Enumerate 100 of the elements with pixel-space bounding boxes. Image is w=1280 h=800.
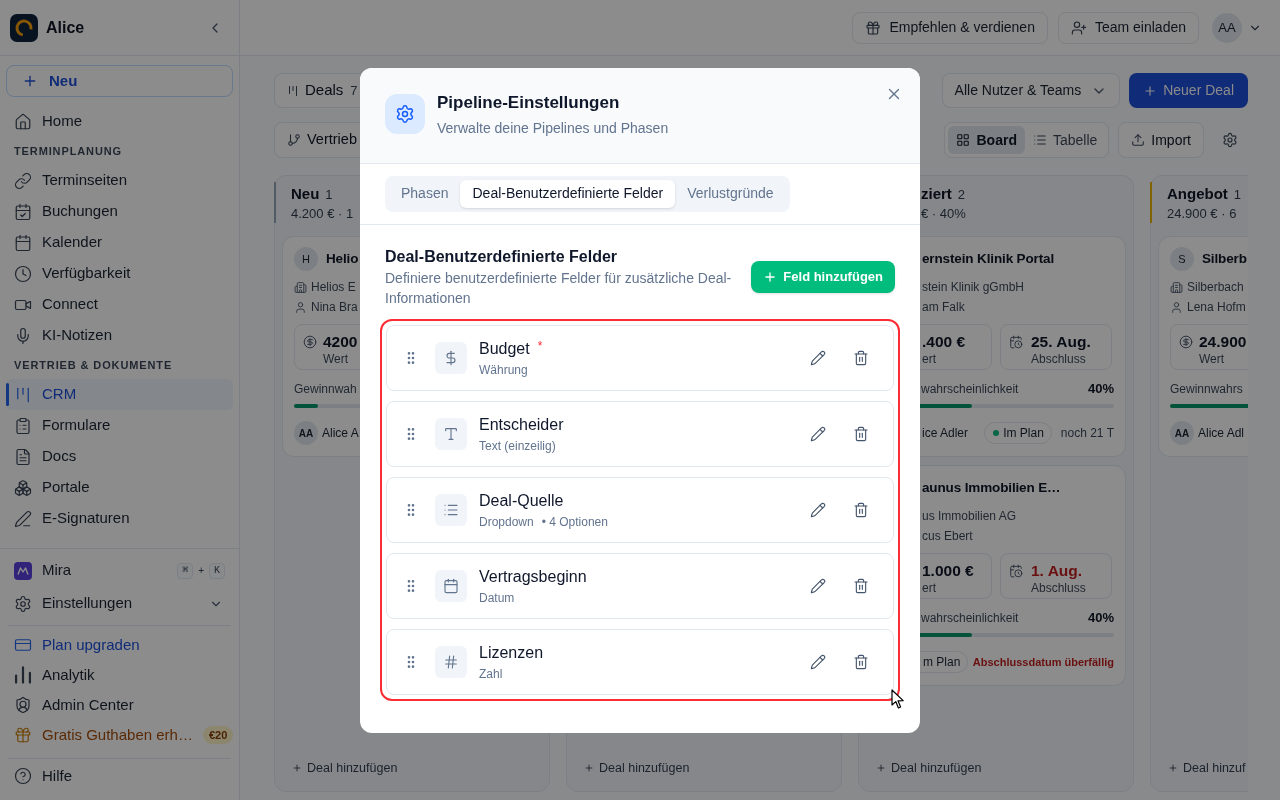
probability-label: wahrscheinlichkeit <box>921 610 1019 627</box>
new-button[interactable]: Neu <box>6 65 233 97</box>
nav-item[interactable]: Terminseiten <box>6 165 233 196</box>
section-description: Definiere benutzerdefinierte Felder für zusätzliche Deal-Informationen <box>385 268 733 308</box>
add-deal-button[interactable]: Deal hinzufügen <box>866 752 1126 784</box>
probability-label: Gewinnwahrs <box>1170 381 1243 398</box>
trash-icon[interactable] <box>853 425 869 442</box>
nav-item[interactable]: Kalender <box>6 227 233 258</box>
pencil-icon[interactable] <box>810 577 826 594</box>
trash-icon[interactable] <box>853 653 869 670</box>
view-tab[interactable]: Board <box>948 126 1025 154</box>
dollar-circle-icon <box>1179 335 1193 349</box>
owner-filter-select[interactable]: Alle Nutzer & Teams <box>941 73 1121 108</box>
plus-icon <box>22 73 38 89</box>
add-deal-button[interactable]: Deal hinzuf <box>1158 752 1248 784</box>
company-name: Helios E <box>311 279 356 296</box>
credit-card-icon <box>14 636 32 654</box>
trash-icon[interactable] <box>853 501 869 518</box>
add-deal-button[interactable]: Deal hinzufügen <box>282 752 542 784</box>
calendar-icon <box>14 233 32 252</box>
section-label: VERTRIEB & DOKUMENTE <box>14 357 173 373</box>
pen-icon <box>14 509 32 528</box>
building-icon <box>294 280 307 294</box>
settings-item[interactable]: Einstellungen <box>6 587 233 620</box>
grid-icon <box>956 133 971 147</box>
column-summary: 24.900 € · 6 <box>1167 205 1237 223</box>
workspace-logo-icon[interactable] <box>10 13 38 42</box>
contact-name: am Falk <box>922 299 965 316</box>
dialog-subtitle: Verwalte deine Pipelines und Phasen <box>437 118 669 138</box>
value-label: Wert <box>323 352 349 367</box>
contact-name: Nina Bra <box>311 299 358 316</box>
owner-avatar: AA <box>1170 421 1194 445</box>
nav-item[interactable]: Analytik <box>6 660 233 690</box>
hash-icon <box>435 645 467 678</box>
add-deal-button[interactable]: Deal hinzufügen <box>574 752 834 784</box>
section-title: Deal-Benutzerdefinierte Felder <box>385 246 618 267</box>
view-tab[interactable]: Tabelle <box>1024 126 1106 154</box>
column-count: 1 <box>1233 186 1242 204</box>
deal-value: 24.900 <box>1199 332 1247 352</box>
pencil-icon[interactable] <box>810 349 826 366</box>
trash-icon[interactable] <box>853 349 869 366</box>
field-detail: • 4 Optionen <box>541 513 608 530</box>
import-button[interactable]: Import <box>1118 122 1204 158</box>
shortcut-separator: + <box>198 564 204 578</box>
company-avatar: H <box>294 247 318 271</box>
nav-item[interactable]: Buchungen <box>6 196 233 227</box>
deal-value: 1.000 € <box>922 561 974 581</box>
nav-item[interactable]: Admin Center <box>6 690 233 720</box>
company-avatar: S <box>1170 247 1194 271</box>
gift-icon <box>865 19 882 36</box>
nav-item[interactable]: Home <box>6 106 233 137</box>
nav-item[interactable]: KI-Notizen <box>6 320 233 351</box>
deal-count: 7 <box>350 81 358 100</box>
column-summary: 4.200 € · 1 <box>291 205 354 223</box>
owner-name: ice Adler <box>922 425 969 442</box>
tab[interactable]: Verlustgründe <box>675 179 786 208</box>
new-deal-button[interactable]: Neuer Deal <box>1129 73 1248 108</box>
status-label: m Plan <box>923 654 961 671</box>
plus-icon <box>292 763 302 773</box>
pencil-icon[interactable] <box>810 425 826 442</box>
user-avatar[interactable]: AA <box>1212 12 1242 43</box>
deal-value: .400 € <box>922 332 966 352</box>
deal-card[interactable]: S Silberb Silberbach Lena Hofm 24.900 Wert Gewinnwahrs AA Alice Adl <box>1158 236 1248 457</box>
nav-item[interactable]: Docs <box>6 441 233 472</box>
field-name: Vertragsbeginn <box>479 566 587 587</box>
date-label: Abschluss <box>1031 352 1086 367</box>
tab[interactable]: Phasen <box>389 179 461 208</box>
date-label: Abschluss <box>1031 581 1086 596</box>
column-summary: € · 40% <box>921 205 966 223</box>
deal-value: 4200 <box>323 332 358 352</box>
column-title: Angebot <box>1167 184 1228 204</box>
boxes-icon <box>14 478 32 497</box>
company-name: us Immobilien AG <box>922 508 1017 525</box>
help-item[interactable]: Hilfe <box>6 761 233 791</box>
settings-icon[interactable] <box>1222 132 1238 148</box>
branch-icon <box>287 133 301 147</box>
pencil-icon[interactable] <box>810 653 826 670</box>
field-name: Deal-Quelle <box>479 490 564 511</box>
deal-title: ernstein Klinik Portal <box>922 249 1055 268</box>
trash-icon[interactable] <box>853 577 869 594</box>
contact-name: Lena Hofm <box>1187 299 1246 316</box>
tab[interactable]: Deal-Benutzerdefinierte Felder <box>460 179 676 208</box>
settings-icon <box>14 594 32 613</box>
pencil-icon[interactable] <box>810 501 826 518</box>
nav-item[interactable]: E-Signaturen <box>6 503 233 534</box>
referral-button[interactable]: Empfehlen & verdienen <box>852 11 1048 44</box>
deal-title: Silberb <box>1202 249 1247 268</box>
invite-button[interactable]: Team einladen <box>1057 11 1199 44</box>
credit-badge: €20 <box>202 725 234 745</box>
probability-label: wahrscheinlichkeit <box>921 381 1019 398</box>
nav-item[interactable]: Connect <box>6 289 233 320</box>
clipboard-list-icon <box>14 416 32 435</box>
nav-item[interactable]: Verfügbarkeit <box>6 258 233 289</box>
nav-item[interactable]: CRM <box>6 379 233 410</box>
nav-item[interactable]: Gratis Guthaben erh… €20 <box>6 720 233 750</box>
nav-item[interactable]: Plan upgraden <box>6 630 233 660</box>
value-label: Wert <box>1199 352 1225 367</box>
nav-item[interactable]: Portale <box>6 472 233 503</box>
nav-item[interactable]: Formulare <box>6 410 233 441</box>
assistant-item[interactable]: Mira ⌘ + K <box>6 554 233 587</box>
